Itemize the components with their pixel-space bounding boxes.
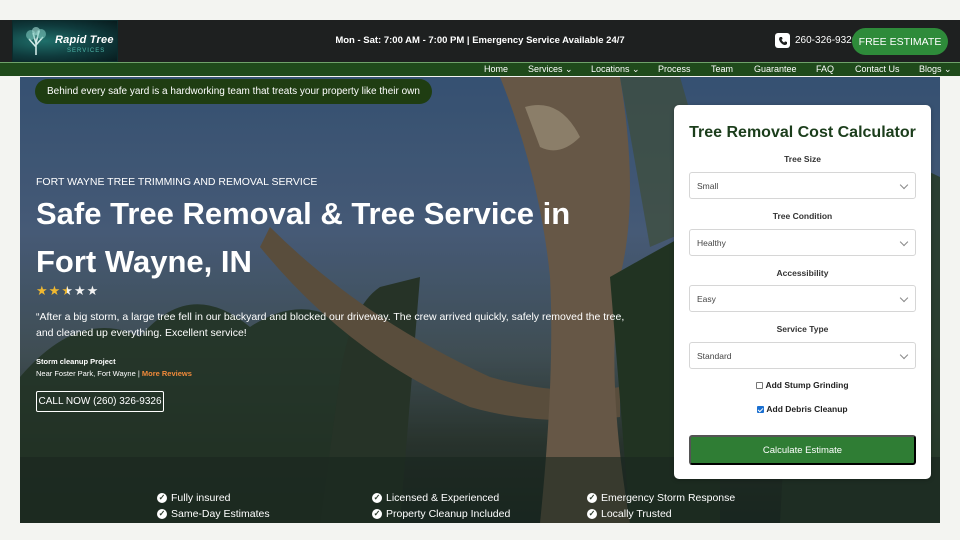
check-circle-icon: ✓ xyxy=(587,493,597,503)
chevron-down-icon xyxy=(899,350,909,360)
debris-cleanup-option[interactable]: Add Debris Cleanup xyxy=(674,404,931,414)
feature-item: ✓ Property Cleanup Included xyxy=(372,508,510,520)
accessibility-value: Easy xyxy=(697,293,716,304)
tree-size-select[interactable]: Small xyxy=(689,172,916,199)
nav-item-locations[interactable]: Locations ⌄ xyxy=(591,64,640,75)
testimonial-project: Storm cleanup Project xyxy=(36,357,116,366)
cost-calculator: Tree Removal Cost Calculator Tree Size S… xyxy=(674,105,931,479)
feature-item: ✓ Fully insured xyxy=(157,492,231,504)
star-icon: ★ xyxy=(48,283,61,298)
feature-label: Locally Trusted xyxy=(601,508,672,520)
service-type-value: Standard xyxy=(697,350,732,361)
service-type-label: Service Type xyxy=(776,324,829,334)
logo-brand-text: Rapid Tree xyxy=(55,34,114,46)
star-icon: ★ xyxy=(36,283,48,298)
top-header: Rapid Tree SERVICES Mon - Sat: 7:00 AM -… xyxy=(0,20,960,62)
check-circle-icon: ✓ xyxy=(157,493,167,503)
check-circle-icon: ✓ xyxy=(587,509,597,519)
stump-grinding-option[interactable]: Add Stump Grinding xyxy=(674,380,931,390)
page-title: Safe Tree Removal & Tree Service in Fort… xyxy=(36,196,571,279)
accessibility-label: Accessibility xyxy=(776,268,829,278)
phone-icon xyxy=(775,33,790,48)
hero-eyebrow: FORT WAYNE TREE TRIMMING AND REMOVAL SER… xyxy=(36,176,318,188)
feature-item: ✓ Licensed & Experienced xyxy=(372,492,499,504)
calculator-title: Tree Removal Cost Calculator xyxy=(689,124,916,141)
star-icon: ★ xyxy=(73,283,86,298)
debris-cleanup-label: Add Debris Cleanup xyxy=(766,404,848,414)
stump-grinding-checkbox[interactable] xyxy=(756,381,764,389)
tree-condition-value: Healthy xyxy=(697,237,726,248)
hero-tagline: Behind every safe yard is a hardworking … xyxy=(35,79,432,104)
service-type-select[interactable]: Standard xyxy=(689,342,916,369)
feature-label: Emergency Storm Response xyxy=(601,492,736,504)
nav-item-home[interactable]: Home xyxy=(484,64,508,74)
debris-cleanup-checkbox[interactable] xyxy=(757,405,765,413)
star-icon: ★ xyxy=(86,283,99,298)
nav-item-faq[interactable]: FAQ xyxy=(816,64,834,74)
tree-condition-label: Tree Condition xyxy=(772,211,833,221)
testimonial-quote: “After a big storm, a large tree fell in… xyxy=(36,311,625,339)
feature-label: Same-Day Estimates xyxy=(171,508,270,520)
calculate-estimate-button[interactable]: Calculate Estimate xyxy=(689,435,916,465)
testimonial-location: Near Foster Park, Fort Wayne | More Revi… xyxy=(36,369,192,378)
check-circle-icon: ✓ xyxy=(372,493,382,503)
check-circle-icon: ✓ xyxy=(372,509,382,519)
free-estimate-button[interactable]: FREE ESTIMATE xyxy=(852,28,948,55)
rating-stars: ★ ★ ★ ★ ★ xyxy=(36,284,98,298)
feature-item: ✓ Emergency Storm Response xyxy=(587,492,735,504)
rapid-tree-logo[interactable]: Rapid Tree SERVICES xyxy=(12,20,118,62)
accessibility-select[interactable]: Easy xyxy=(689,285,916,312)
stump-grinding-label: Add Stump Grinding xyxy=(765,380,849,390)
feature-list: ✓ Fully insured ✓ Licensed & Experienced ✓… xyxy=(157,492,817,524)
more-reviews-link[interactable]: More Reviews xyxy=(142,369,192,378)
chevron-down-icon xyxy=(899,237,909,247)
nav-item-blogs[interactable]: Blogs ⌄ xyxy=(919,64,952,75)
nav-item-contact[interactable]: Contact Us xyxy=(855,64,900,74)
chevron-down-icon xyxy=(899,180,909,190)
nav-item-process[interactable]: Process xyxy=(658,64,691,74)
nav-item-services[interactable]: Services ⌄ xyxy=(528,64,573,75)
check-circle-icon: ✓ xyxy=(157,509,167,519)
star-icon: ★ xyxy=(61,283,73,298)
logo-sub-text: SERVICES xyxy=(67,48,106,54)
chevron-down-icon xyxy=(899,293,909,303)
nav-item-guarantee[interactable]: Guarantee xyxy=(754,64,797,74)
tree-logo-icon xyxy=(26,27,46,55)
feature-label: Fully insured xyxy=(171,492,231,504)
feature-label: Licensed & Experienced xyxy=(386,492,500,504)
tree-size-label: Tree Size xyxy=(784,154,821,164)
feature-item: ✓ Locally Trusted xyxy=(587,508,672,520)
feature-label: Property Cleanup Included xyxy=(386,508,511,520)
call-now-button[interactable]: CALL NOW (260) 326-9326 xyxy=(36,391,164,412)
header-phone[interactable]: 260-326-9326 xyxy=(775,33,857,48)
tree-size-value: Small xyxy=(697,180,719,191)
testimonial-location-text: Near Foster Park, Fort Wayne | xyxy=(36,369,140,378)
main-nav: Home Services ⌄ Locations ⌄ Process Team… xyxy=(0,62,960,76)
feature-item: ✓ Same-Day Estimates xyxy=(157,508,270,520)
nav-item-team[interactable]: Team xyxy=(711,64,733,74)
header-phone-number: 260-326-9326 xyxy=(795,35,858,46)
tree-condition-select[interactable]: Healthy xyxy=(689,229,916,256)
